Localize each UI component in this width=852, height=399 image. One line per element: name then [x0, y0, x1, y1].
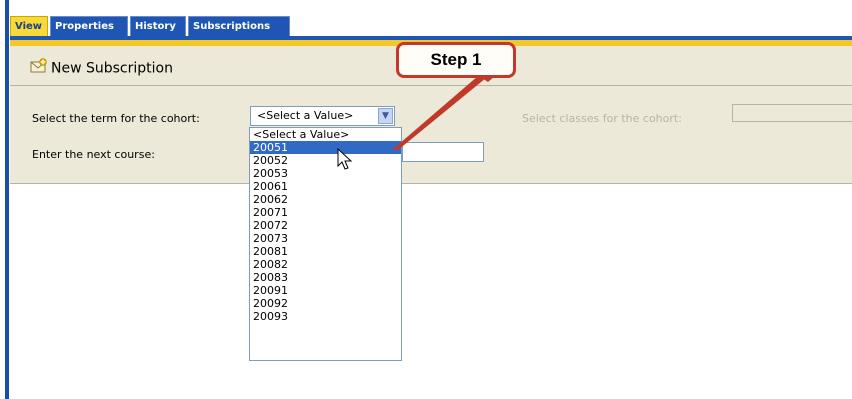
mouse-pointer-icon	[337, 148, 353, 170]
callout-arrow	[392, 76, 495, 150]
